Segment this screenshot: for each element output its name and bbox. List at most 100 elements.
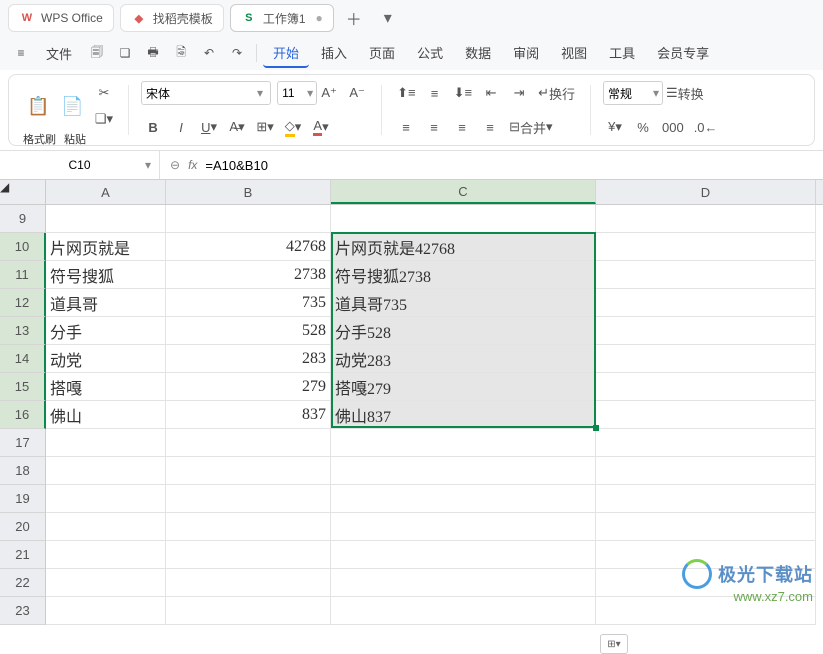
cell-C13[interactable]: 分手528	[331, 317, 596, 345]
align-middle-icon[interactable]: ≡	[423, 81, 447, 105]
indent-left-icon[interactable]: ⇤	[479, 81, 503, 105]
hamburger-icon[interactable]: ≡	[8, 40, 34, 66]
cell-C12[interactable]: 道具哥735	[331, 289, 596, 317]
cell-C14[interactable]: 动党283	[331, 345, 596, 373]
print-icon[interactable]: 🖶	[140, 40, 166, 66]
cell-D13[interactable]	[596, 317, 816, 345]
font-family-select[interactable]	[141, 81, 271, 105]
cell-C22[interactable]	[331, 569, 596, 597]
print-preview-icon[interactable]: 🗟	[168, 40, 194, 66]
comma-button[interactable]: 000	[659, 115, 687, 139]
menu-页面[interactable]: 页面	[359, 39, 405, 68]
underline-button[interactable]: U▾	[197, 115, 221, 139]
wrap-text-button[interactable]: ↵换行	[535, 81, 578, 105]
chevron-down-icon[interactable]: ▾	[145, 158, 151, 172]
row-header-18[interactable]: 18	[0, 457, 46, 485]
align-bottom-icon[interactable]: ⬇≡	[451, 81, 475, 105]
name-box[interactable]: ▾	[0, 151, 160, 179]
file-menu[interactable]: 文件	[36, 40, 82, 67]
row-header-16[interactable]: 16	[0, 401, 46, 429]
cut-button[interactable]: ✂	[92, 81, 116, 105]
cell-B17[interactable]	[166, 429, 331, 457]
cell-C20[interactable]	[331, 513, 596, 541]
border-button[interactable]: ⊞▾	[253, 115, 277, 139]
row-header-13[interactable]: 13	[0, 317, 46, 345]
cell-A16[interactable]: 佛山	[46, 401, 166, 429]
cell-C17[interactable]	[331, 429, 596, 457]
font-color-button[interactable]: A▾	[309, 115, 333, 139]
cell-B19[interactable]	[166, 485, 331, 513]
column-header-D[interactable]: D	[596, 180, 816, 204]
strikethrough-button[interactable]: A̶▾	[225, 115, 249, 139]
column-header-C[interactable]: C	[331, 180, 596, 204]
redo-icon[interactable]: ↷	[224, 40, 250, 66]
column-header-A[interactable]: A	[46, 180, 166, 204]
name-box-input[interactable]	[40, 158, 120, 172]
cell-B14[interactable]: 283	[166, 345, 331, 373]
save-as-icon[interactable]: ❏	[112, 40, 138, 66]
align-left-icon[interactable]: ≡	[394, 115, 418, 139]
cell-B9[interactable]	[166, 205, 331, 233]
align-right-icon[interactable]: ≡	[450, 115, 474, 139]
bold-button[interactable]: B	[141, 115, 165, 139]
align-center-icon[interactable]: ≡	[422, 115, 446, 139]
cell-A12[interactable]: 道具哥	[46, 289, 166, 317]
currency-button[interactable]: ¥▾	[603, 115, 627, 139]
row-header-14[interactable]: 14	[0, 345, 46, 373]
row-header-17[interactable]: 17	[0, 429, 46, 457]
cell-B18[interactable]	[166, 457, 331, 485]
cell-D15[interactable]	[596, 373, 816, 401]
cell-A15[interactable]: 搭嘎	[46, 373, 166, 401]
cell-B22[interactable]	[166, 569, 331, 597]
row-header-15[interactable]: 15	[0, 373, 46, 401]
cell-B10[interactable]: 42768	[166, 233, 331, 261]
menu-公式[interactable]: 公式	[407, 39, 453, 68]
tab-workbook[interactable]: S 工作簿1 ●	[230, 4, 334, 32]
decrease-font-icon[interactable]: A⁻	[345, 81, 369, 105]
cell-A20[interactable]	[46, 513, 166, 541]
select-all-corner[interactable]: ◢	[0, 180, 46, 204]
cell-B16[interactable]: 837	[166, 401, 331, 429]
cell-C18[interactable]	[331, 457, 596, 485]
row-header-19[interactable]: 19	[0, 485, 46, 513]
cell-D14[interactable]	[596, 345, 816, 373]
cell-C15[interactable]: 搭嘎279	[331, 373, 596, 401]
increase-font-icon[interactable]: A⁺	[317, 81, 341, 105]
italic-button[interactable]: I	[169, 115, 193, 139]
cell-B20[interactable]	[166, 513, 331, 541]
menu-插入[interactable]: 插入	[311, 39, 357, 68]
menu-开始[interactable]: 开始	[263, 39, 309, 68]
column-header-B[interactable]: B	[166, 180, 331, 204]
cell-C11[interactable]: 符号搜狐2738	[331, 261, 596, 289]
cell-A18[interactable]	[46, 457, 166, 485]
cell-B21[interactable]	[166, 541, 331, 569]
cell-A22[interactable]	[46, 569, 166, 597]
cell-D10[interactable]	[596, 233, 816, 261]
cell-C10[interactable]: 片网页就是42768	[331, 233, 596, 261]
cell-B23[interactable]	[166, 597, 331, 625]
row-header-11[interactable]: 11	[0, 261, 46, 289]
cell-B13[interactable]: 528	[166, 317, 331, 345]
cancel-icon[interactable]: ⊖	[170, 158, 180, 172]
menu-审阅[interactable]: 审阅	[503, 39, 549, 68]
row-header-9[interactable]: 9	[0, 205, 46, 233]
cell-A21[interactable]	[46, 541, 166, 569]
menu-工具[interactable]: 工具	[599, 39, 645, 68]
cell-D12[interactable]	[596, 289, 816, 317]
paste-button[interactable]: 📄	[57, 93, 87, 119]
cell-C21[interactable]	[331, 541, 596, 569]
menu-数据[interactable]: 数据	[455, 39, 501, 68]
cell-A13[interactable]: 分手	[46, 317, 166, 345]
cell-D20[interactable]	[596, 513, 816, 541]
justify-icon[interactable]: ≡	[478, 115, 502, 139]
align-top-icon[interactable]: ⬆≡	[394, 81, 418, 105]
cell-C16[interactable]: 佛山837	[331, 401, 596, 429]
cell-D19[interactable]	[596, 485, 816, 513]
cell-D18[interactable]	[596, 457, 816, 485]
cell-C19[interactable]	[331, 485, 596, 513]
cell-A9[interactable]	[46, 205, 166, 233]
cell-B15[interactable]: 279	[166, 373, 331, 401]
formula-input[interactable]	[205, 158, 813, 173]
cell-D17[interactable]	[596, 429, 816, 457]
tab-wps-office[interactable]: W WPS Office	[8, 4, 114, 32]
